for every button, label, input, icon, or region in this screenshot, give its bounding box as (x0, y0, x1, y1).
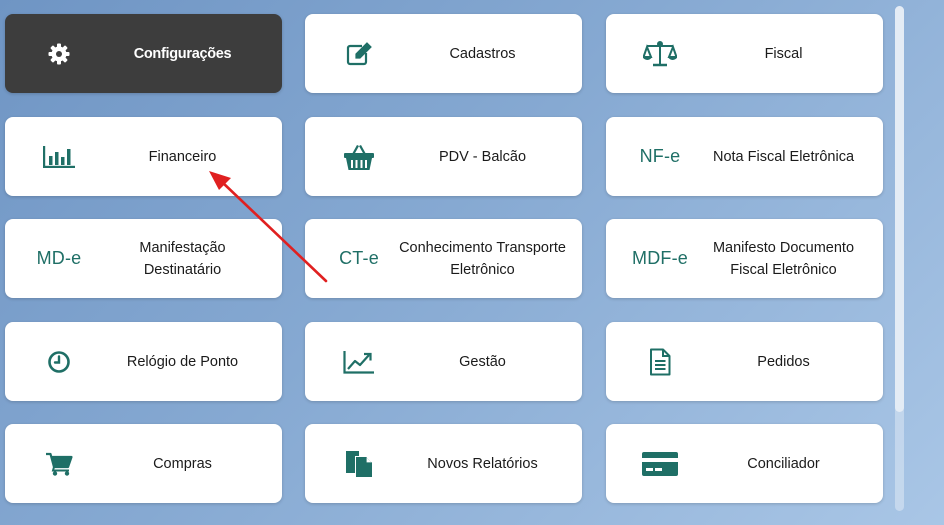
tile-label: Financeiro (148, 148, 217, 165)
nfe-abbreviation: NF-e (639, 146, 681, 166)
balance-scale-icon (628, 14, 692, 93)
tile-label: PDV - Balcão (438, 148, 527, 165)
tile-label-line2: Fiscal Eletrônico (730, 261, 837, 278)
tile-label-line1: Manifesto Documento (712, 239, 855, 256)
tile-fiscal[interactable]: Fiscal (606, 14, 883, 93)
tile-financeiro[interactable]: Financeiro (5, 117, 282, 196)
tile-label: Manifestação Destinatário (91, 219, 274, 298)
tile-conhecimento-transporte[interactable]: CT-e Conhecimento Transporte Eletrônico (305, 219, 582, 298)
tile-label: Conciliador (747, 455, 820, 472)
copy-document-icon (327, 424, 391, 503)
document-icon (628, 322, 692, 401)
tile-label: Nota Fiscal Eletrônica (712, 148, 855, 165)
tile-pdv-balcao[interactable]: PDV - Balcão (305, 117, 582, 196)
tile-label: Gestão (459, 353, 506, 370)
tile-label: Manifesto Documento Fiscal Eletrônico (692, 219, 875, 298)
tile-label: Fiscal (764, 45, 803, 62)
clock-icon (27, 322, 91, 401)
tile-novos-relatorios[interactable]: Novos Relatórios (305, 424, 582, 503)
tile-label: Pedidos (757, 353, 810, 370)
credit-card-icon (628, 424, 692, 503)
tile-relogio-de-ponto[interactable]: Relógio de Ponto (5, 322, 282, 401)
tile-label-line1: Conhecimento Transporte (399, 239, 566, 256)
tile-label-line1: Manifestação (139, 239, 226, 256)
tile-label: Conhecimento Transporte Eletrônico (391, 219, 574, 298)
shopping-basket-icon (327, 117, 391, 196)
tile-label: Novos Relatórios (427, 455, 538, 472)
mde-abbreviation: MD-e (36, 248, 82, 268)
tile-label-line2: Destinatário (143, 261, 222, 278)
line-chart-icon (327, 322, 391, 401)
tile-label: Cadastros (449, 45, 516, 62)
tile-label-line2: Eletrônico (450, 261, 515, 278)
shopping-cart-icon (27, 424, 91, 503)
tile-conciliador[interactable]: Conciliador (606, 424, 883, 503)
tile-label: Relógio de Ponto (126, 353, 239, 370)
tile-gestao[interactable]: Gestão (305, 322, 582, 401)
tile-cadastros[interactable]: Cadastros (305, 14, 582, 93)
gear-icon (27, 14, 91, 93)
tile-manifestacao-destinatario[interactable]: MD-e Manifestação Destinatário (5, 219, 282, 298)
tile-configuracoes[interactable]: Configurações (5, 14, 282, 93)
tile-nota-fiscal-eletronica[interactable]: NF-e Nota Fiscal Eletrônica (606, 117, 883, 196)
mdfe-abbreviation: MDF-e (632, 248, 688, 268)
tile-pedidos[interactable]: Pedidos (606, 322, 883, 401)
tile-manifesto-documento-fiscal[interactable]: MDF-e Manifesto Documento Fiscal Eletrôn… (606, 219, 883, 298)
tile-label: Compras (153, 455, 212, 472)
bar-chart-icon (27, 117, 91, 196)
edit-icon (327, 14, 391, 93)
scrollbar-thumb[interactable] (895, 6, 904, 412)
cte-abbreviation: CT-e (339, 248, 379, 268)
tile-label: Configurações (133, 45, 232, 62)
tile-compras[interactable]: Compras (5, 424, 282, 503)
